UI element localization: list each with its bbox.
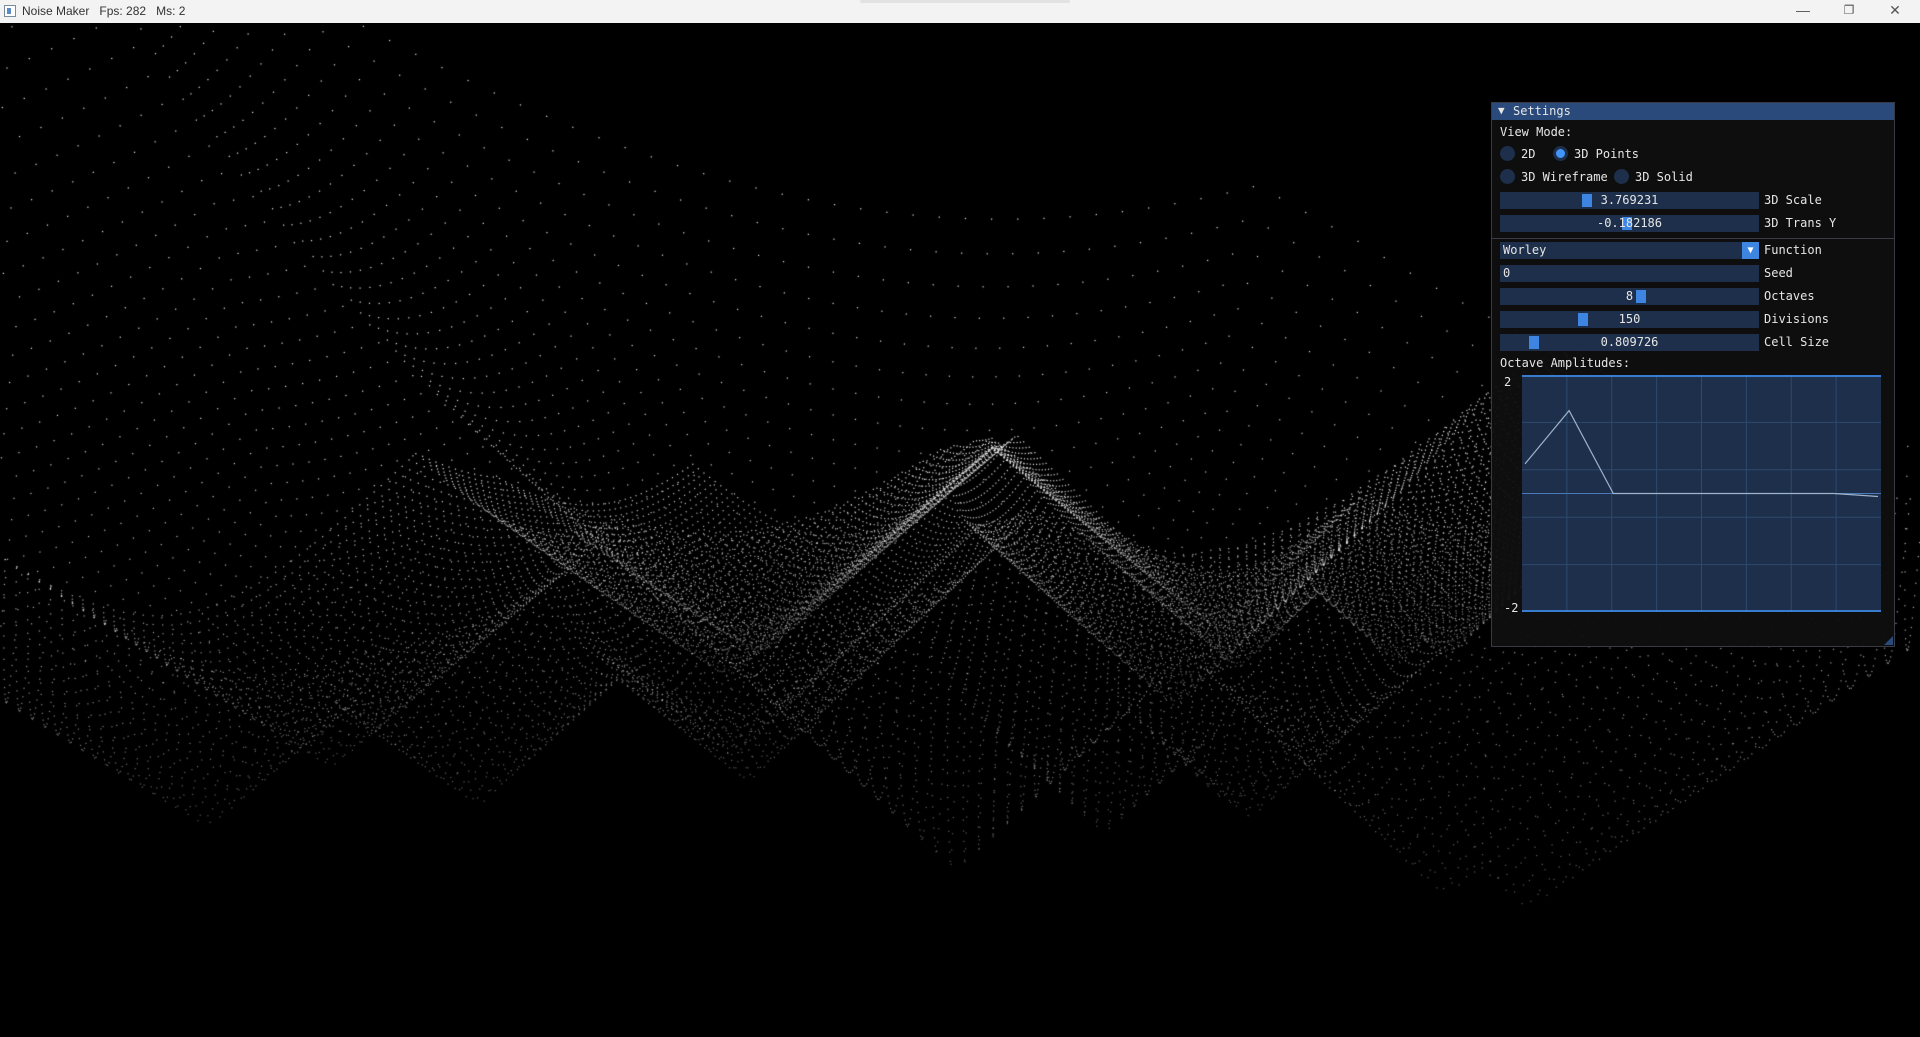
octaves-label: Octaves — [1764, 289, 1815, 303]
plot-min-label: -2 — [1504, 601, 1519, 615]
divisions-label: Divisions — [1764, 312, 1830, 326]
radio-2d-label: 2D — [1521, 147, 1536, 161]
function-value: Worley — [1503, 243, 1547, 257]
cell-size-value: 0.809726 — [1600, 335, 1659, 349]
octave-amplitudes-editor[interactable] — [1522, 375, 1881, 612]
plot-max-label: 2 — [1504, 375, 1512, 389]
divisions-value: 150 — [1618, 312, 1641, 326]
radio-3d-points-label: 3D Points — [1574, 147, 1640, 161]
ms-readout: Ms: 2 — [156, 4, 186, 18]
window-title: Noise Maker Fps: 282 Ms: 2 — [22, 4, 186, 18]
separator — [1492, 238, 1894, 239]
minimize-button[interactable]: — — [1780, 0, 1826, 23]
trans-y-label: 3D Trans Y — [1764, 216, 1837, 230]
app-icon — [4, 5, 16, 17]
close-button[interactable]: ✕ — [1872, 0, 1918, 23]
trans-y-value: -0.182186 — [1596, 216, 1663, 230]
resize-grip-icon[interactable] — [1884, 636, 1893, 645]
octave-amplitudes-label: Octave Amplitudes: — [1500, 356, 1631, 370]
collapse-arrow-icon[interactable]: ▼ — [1498, 104, 1505, 117]
radio-3d-wireframe-label: 3D Wireframe — [1521, 170, 1608, 184]
radio-3d-solid[interactable] — [1614, 169, 1629, 184]
settings-title: Settings — [1513, 104, 1571, 118]
trans-y-slider[interactable]: -0.182186 — [1500, 215, 1759, 232]
view-mode-label: View Mode: — [1500, 125, 1573, 139]
radio-3d-solid-label: 3D Solid — [1635, 170, 1693, 184]
settings-window[interactable]: ▼ Settings View Mode: 2D 3D Points 3D Wi… — [1491, 102, 1895, 647]
fps-readout: Fps: 282 — [99, 4, 147, 18]
divisions-slider[interactable]: 150 — [1500, 311, 1759, 328]
drag-handle[interactable] — [860, 0, 1070, 3]
scale-slider[interactable]: 3.769231 — [1500, 192, 1759, 209]
dropdown-arrow-icon[interactable]: ▼ — [1742, 242, 1759, 259]
radio-3d-wireframe[interactable] — [1500, 169, 1515, 184]
function-label: Function — [1764, 243, 1822, 257]
octaves-slider[interactable]: 8 — [1500, 288, 1759, 305]
radio-2d[interactable] — [1500, 146, 1515, 161]
octaves-value: 8 — [1625, 289, 1634, 303]
seed-input[interactable]: 0 — [1500, 265, 1759, 282]
seed-label: Seed — [1764, 266, 1793, 280]
title-bar[interactable]: Noise Maker Fps: 282 Ms: 2 — ❐ ✕ — [0, 0, 1920, 24]
scale-label: 3D Scale — [1764, 193, 1822, 207]
scale-value: 3.769231 — [1600, 193, 1659, 207]
cell-size-slider[interactable]: 0.809726 — [1500, 334, 1759, 351]
settings-header[interactable]: ▼ Settings — [1492, 103, 1894, 120]
cell-size-label: Cell Size — [1764, 335, 1830, 349]
function-combo[interactable]: Worley ▼ — [1500, 242, 1759, 259]
seed-value: 0 — [1503, 266, 1511, 280]
radio-3d-points[interactable] — [1553, 146, 1568, 161]
maximize-button[interactable]: ❐ — [1826, 0, 1872, 23]
